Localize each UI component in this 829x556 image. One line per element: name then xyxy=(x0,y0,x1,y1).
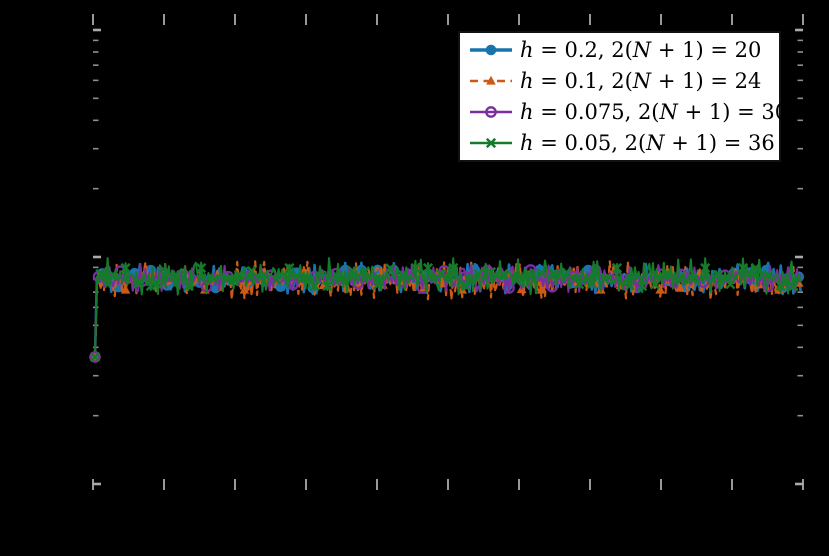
legend-sample-line-icon xyxy=(470,106,512,118)
legend-item: h = 0.05, 2(N + 1) = 36 xyxy=(468,128,775,158)
legend-item: h = 0.075, 2(N + 1) = 30 xyxy=(468,97,788,127)
figure: h = 0.2, 2(N + 1) = 20 h = 0.1, 2(N + 1)… xyxy=(0,0,829,556)
legend-sample-line-icon xyxy=(470,137,512,149)
legend-sample-line-icon xyxy=(470,75,512,85)
legend-label: h = 0.05, 2(N + 1) = 36 xyxy=(520,131,775,155)
legend-item: h = 0.1, 2(N + 1) = 24 xyxy=(468,66,775,96)
legend-label: h = 0.075, 2(N + 1) = 30 xyxy=(520,100,789,124)
legend: h = 0.2, 2(N + 1) = 20 h = 0.1, 2(N + 1)… xyxy=(458,31,788,162)
legend-label: h = 0.2, 2(N + 1) = 20 xyxy=(520,38,762,62)
legend-item: h = 0.2, 2(N + 1) = 20 xyxy=(468,35,775,65)
legend-label: h = 0.1, 2(N + 1) = 24 xyxy=(520,69,762,93)
legend-sample-line-icon xyxy=(470,44,512,56)
